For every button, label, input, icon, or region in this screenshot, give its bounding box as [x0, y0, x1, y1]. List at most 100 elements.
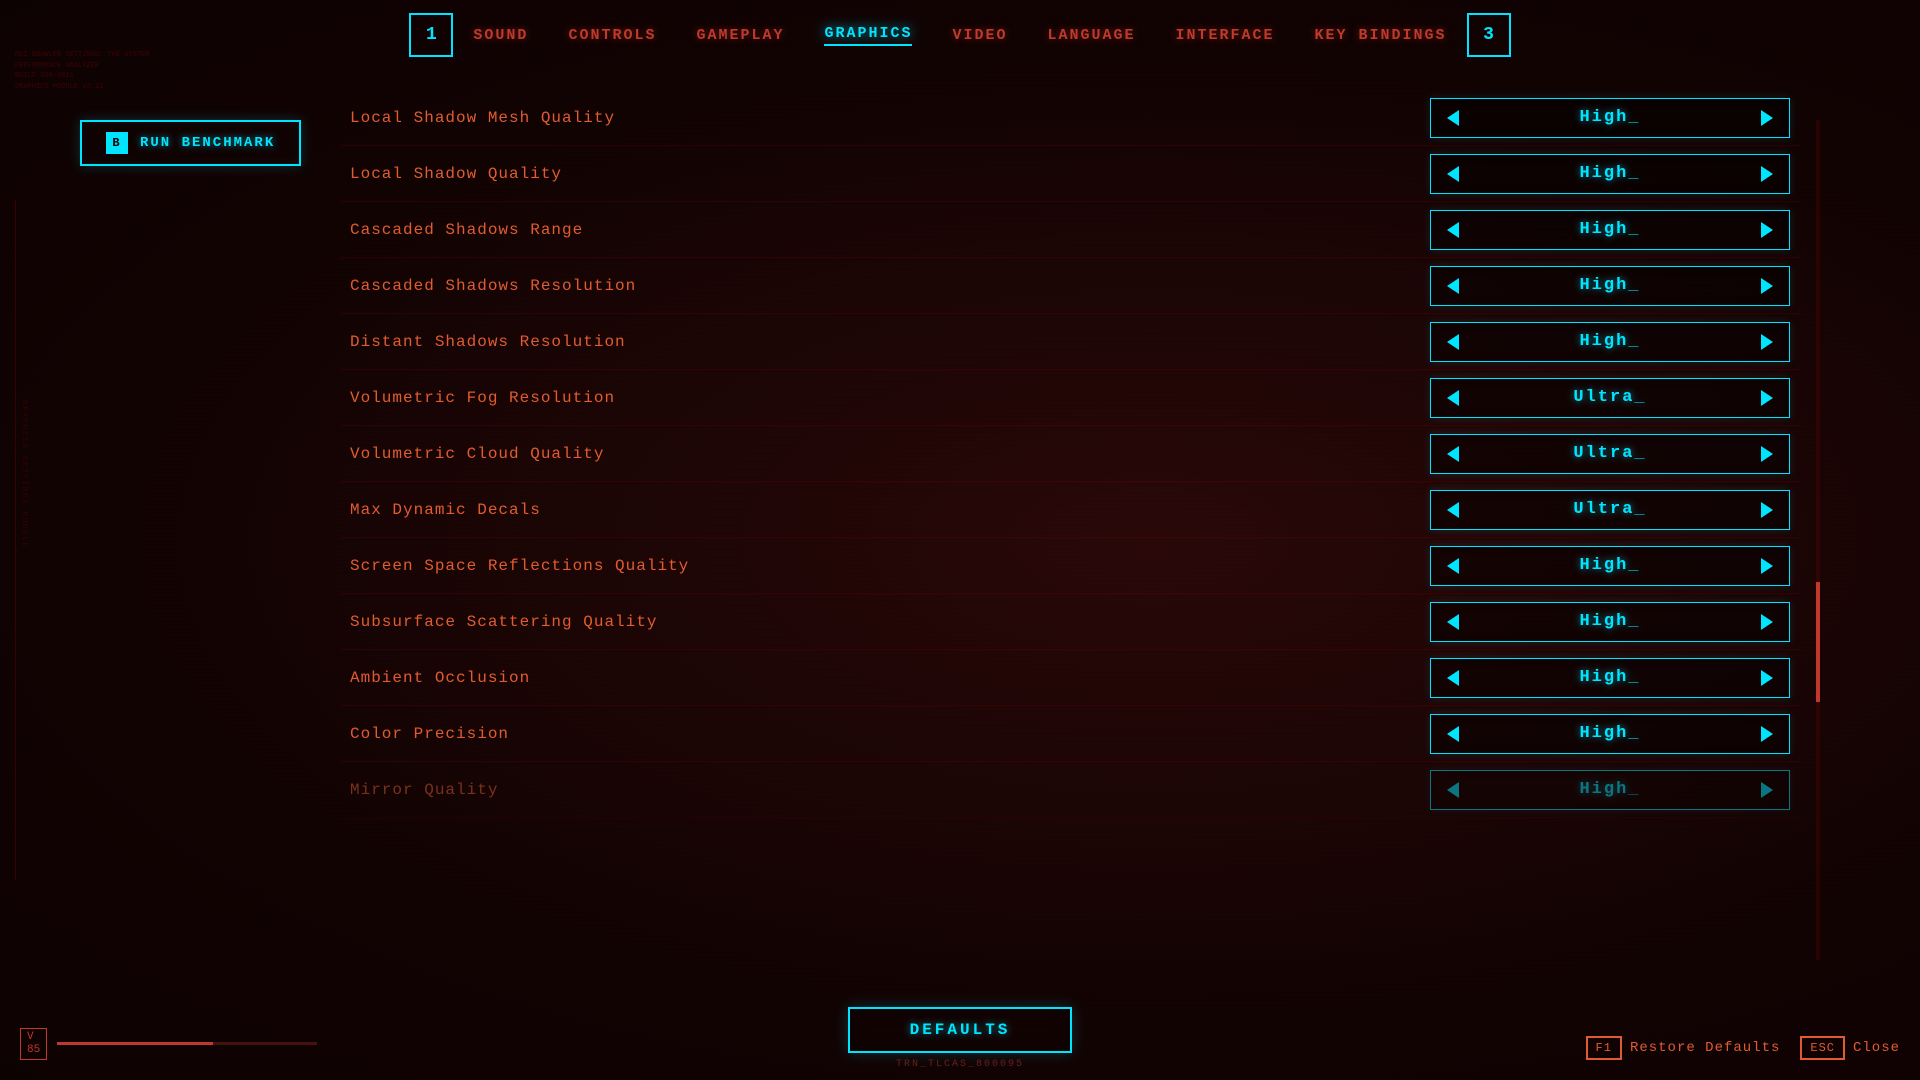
setting-label-11: Color Precision: [350, 725, 1430, 743]
value-cursor: _: [1634, 500, 1646, 519]
setting-arrow-left-12[interactable]: [1431, 771, 1475, 809]
right-arrow-icon: [1761, 502, 1773, 518]
setting-control-2: High_: [1430, 210, 1790, 250]
version-bar-fill: [57, 1042, 213, 1045]
right-arrow-icon: [1761, 166, 1773, 182]
setting-arrow-left-8[interactable]: [1431, 547, 1475, 585]
setting-arrow-left-9[interactable]: [1431, 603, 1475, 641]
right-arrow-icon: [1761, 334, 1773, 350]
setting-arrow-left-0[interactable]: [1431, 99, 1475, 137]
run-benchmark-button[interactable]: B RUN BENCHMARK: [80, 120, 301, 166]
setting-label-5: Volumetric Fog Resolution: [350, 389, 1430, 407]
setting-control-10: High_: [1430, 658, 1790, 698]
setting-arrow-right-2[interactable]: [1745, 211, 1789, 249]
setting-arrow-left-2[interactable]: [1431, 211, 1475, 249]
setting-label-4: Distant Shadows Resolution: [350, 333, 1430, 351]
nav-item-language[interactable]: LANGUAGE: [1048, 27, 1136, 44]
setting-arrow-right-4[interactable]: [1745, 323, 1789, 361]
nav-item-controls[interactable]: CONTROLS: [568, 27, 656, 44]
close-label: Close: [1853, 1040, 1900, 1056]
defaults-button[interactable]: DEFAULTS: [848, 1007, 1073, 1053]
setting-arrow-right-9[interactable]: [1745, 603, 1789, 641]
left-arrow-icon: [1447, 502, 1459, 518]
version-info: V 85: [20, 1028, 317, 1060]
setting-control-6: Ultra_: [1430, 434, 1790, 474]
top-navigation: 1 SOUNDCONTROLSGAMEPLAYGRAPHICSVIDEOLANG…: [0, 0, 1920, 70]
version-progress-bar: [57, 1042, 317, 1045]
setting-row-0: Local Shadow Mesh QualityHigh_: [340, 90, 1800, 146]
nav-item-sound[interactable]: SOUND: [473, 27, 528, 44]
setting-control-8: High_: [1430, 546, 1790, 586]
setting-arrow-right-7[interactable]: [1745, 491, 1789, 529]
scrollbar-track[interactable]: [1816, 120, 1820, 960]
setting-row-6: Volumetric Cloud QualityUltra_: [340, 426, 1800, 482]
setting-arrow-right-0[interactable]: [1745, 99, 1789, 137]
left-arrow-icon: [1447, 390, 1459, 406]
setting-control-1: High_: [1430, 154, 1790, 194]
setting-value-5: Ultra_: [1475, 388, 1745, 407]
setting-arrow-left-7[interactable]: [1431, 491, 1475, 529]
setting-label-9: Subsurface Scattering Quality: [350, 613, 1430, 631]
nav-item-keybindings[interactable]: KEY BINDINGS: [1315, 27, 1447, 44]
setting-arrow-right-12[interactable]: [1745, 771, 1789, 809]
setting-row-3: Cascaded Shadows ResolutionHigh_: [340, 258, 1800, 314]
nav-item-graphics[interactable]: GRAPHICS: [824, 25, 912, 46]
setting-control-11: High_: [1430, 714, 1790, 754]
scrollbar-thumb[interactable]: [1816, 582, 1820, 702]
right-arrow-icon: [1761, 110, 1773, 126]
setting-arrow-left-1[interactable]: [1431, 155, 1475, 193]
setting-arrow-right-10[interactable]: [1745, 659, 1789, 697]
setting-arrow-left-5[interactable]: [1431, 379, 1475, 417]
left-arrow-icon: [1447, 222, 1459, 238]
right-arrow-icon: [1761, 278, 1773, 294]
setting-arrow-right-8[interactable]: [1745, 547, 1789, 585]
left-arrow-icon: [1447, 614, 1459, 630]
setting-arrow-right-5[interactable]: [1745, 379, 1789, 417]
f1-key[interactable]: F1: [1586, 1036, 1622, 1060]
version-number: 85: [27, 1044, 40, 1056]
nav-item-interface[interactable]: INTERFACE: [1176, 27, 1275, 44]
left-arrow-icon: [1447, 278, 1459, 294]
setting-control-7: Ultra_: [1430, 490, 1790, 530]
setting-arrow-left-4[interactable]: [1431, 323, 1475, 361]
esc-key[interactable]: ESC: [1800, 1036, 1845, 1060]
value-cursor: _: [1628, 276, 1640, 295]
restore-defaults-binding: F1 Restore Defaults: [1586, 1036, 1781, 1060]
left-arrow-icon: [1447, 110, 1459, 126]
setting-value-7: Ultra_: [1475, 500, 1745, 519]
right-arrow-icon: [1761, 558, 1773, 574]
nav-item-video[interactable]: VIDEO: [952, 27, 1007, 44]
setting-arrow-left-10[interactable]: [1431, 659, 1475, 697]
setting-value-12: High_: [1475, 780, 1745, 799]
setting-control-0: High_: [1430, 98, 1790, 138]
setting-arrow-right-6[interactable]: [1745, 435, 1789, 473]
setting-arrow-left-3[interactable]: [1431, 267, 1475, 305]
settings-panel: Local Shadow Mesh QualityHigh_Local Shad…: [340, 70, 1800, 980]
setting-arrow-left-6[interactable]: [1431, 435, 1475, 473]
right-arrow-icon: [1761, 222, 1773, 238]
benchmark-label: RUN BENCHMARK: [140, 135, 275, 151]
setting-row-10: Ambient OcclusionHigh_: [340, 650, 1800, 706]
setting-value-9: High_: [1475, 612, 1745, 631]
setting-row-11: Color Precision High_: [340, 706, 1800, 762]
setting-arrow-right-11[interactable]: [1745, 715, 1789, 753]
value-cursor: _: [1628, 220, 1640, 239]
setting-control-4: High_: [1430, 322, 1790, 362]
setting-label-2: Cascaded Shadows Range: [350, 221, 1430, 239]
setting-value-1: High_: [1475, 164, 1745, 183]
setting-label-3: Cascaded Shadows Resolution: [350, 277, 1430, 295]
setting-row-5: Volumetric Fog Resolution Ultra_: [340, 370, 1800, 426]
setting-value-11: High_: [1475, 724, 1745, 743]
nav-item-gameplay[interactable]: GAMEPLAY: [696, 27, 784, 44]
setting-arrow-right-3[interactable]: [1745, 267, 1789, 305]
setting-arrow-right-1[interactable]: [1745, 155, 1789, 193]
left-arrow-icon: [1447, 726, 1459, 742]
setting-arrow-left-11[interactable]: [1431, 715, 1475, 753]
setting-label-12: Mirror Quality: [350, 781, 1430, 799]
value-cursor: _: [1634, 388, 1646, 407]
value-cursor: _: [1628, 612, 1640, 631]
left-arrow-icon: [1447, 334, 1459, 350]
setting-row-8: Screen Space Reflections QualityHigh_: [340, 538, 1800, 594]
left-arrow-icon: [1447, 166, 1459, 182]
setting-row-12: Mirror Quality High_: [340, 762, 1800, 818]
